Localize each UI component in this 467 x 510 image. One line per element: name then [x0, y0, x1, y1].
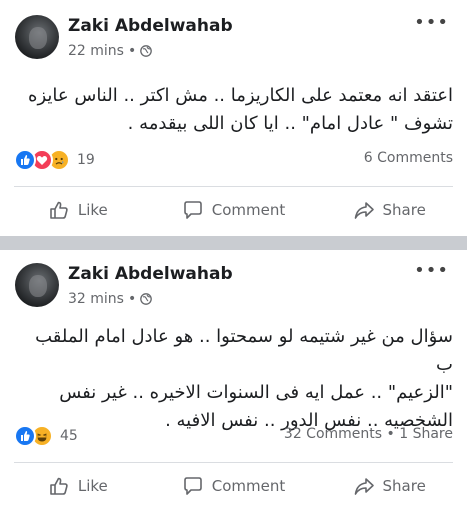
post-text: اعتقد انه معتمد على الكاريزما .. مش اكتر… — [14, 82, 453, 138]
action-bar: Like Comment Share — [0, 466, 467, 506]
share-label: Share — [382, 477, 426, 495]
divider — [14, 462, 453, 463]
comment-label: Comment — [211, 477, 286, 495]
like-thumb-icon — [50, 477, 68, 495]
author-name[interactable]: Zaki Abdelwahab — [68, 16, 233, 36]
share-button[interactable]: Share — [311, 466, 467, 506]
author-avatar[interactable] — [15, 15, 59, 59]
post-time[interactable]: 32 mins — [68, 291, 124, 307]
meta-dot: • — [127, 43, 137, 59]
post-meta: 22 mins • — [68, 43, 153, 59]
like-reaction-icon — [14, 425, 36, 447]
like-reaction-icon — [14, 149, 36, 171]
author-name[interactable]: Zaki Abdelwahab — [68, 264, 233, 284]
post-text-line: "الزعيم" .. عمل ايه فى السنوات الاخيره .… — [59, 382, 453, 403]
share-arrow-icon — [354, 202, 374, 219]
meta-dot: • — [127, 291, 137, 307]
post-meta: 32 mins • — [68, 291, 153, 307]
share-label: Share — [382, 201, 426, 219]
comment-label: Comment — [211, 201, 286, 219]
globe-icon — [140, 293, 153, 305]
reaction-count: 45 — [60, 428, 78, 444]
more-options-icon[interactable]: ••• — [414, 260, 449, 281]
comments-shares-count[interactable]: 32 Comments • 1 Share — [284, 426, 453, 442]
like-label: Like — [77, 201, 108, 219]
share-arrow-icon — [354, 478, 374, 495]
post-text: سؤال من غير شتيمه لو سمحتوا .. هو عادل ا… — [14, 323, 453, 435]
post-text-line: تشوف " عادل امام" .. ايا كان اللى بيقدمه… — [127, 113, 453, 134]
like-thumb-icon — [50, 201, 68, 219]
post-text-line: اعتقد انه معتمد على الكاريزما .. مش اكتر… — [28, 85, 453, 106]
like-label: Like — [77, 477, 108, 495]
comment-bubble-icon — [183, 201, 202, 219]
comment-bubble-icon — [183, 477, 202, 495]
post-card-2: Zaki Abdelwahab 32 mins • ••• سؤال من غي… — [0, 250, 467, 510]
globe-icon — [140, 45, 153, 57]
comments-count[interactable]: 6 Comments — [364, 150, 453, 166]
comment-button[interactable]: Comment — [156, 466, 312, 506]
divider — [14, 186, 453, 187]
action-bar: Like Comment Share — [0, 190, 467, 230]
share-button[interactable]: Share — [311, 190, 467, 230]
more-options-icon[interactable]: ••• — [414, 12, 449, 33]
like-button[interactable]: Like — [0, 190, 156, 230]
post-text-line: سؤال من غير شتيمه لو سمحتوا .. هو عادل ا… — [35, 326, 453, 375]
like-button[interactable]: Like — [0, 466, 156, 506]
reaction-count: 19 — [77, 152, 95, 168]
feed-separator — [0, 236, 467, 250]
author-avatar[interactable] — [15, 263, 59, 307]
post-time[interactable]: 22 mins — [68, 43, 124, 59]
post-card-1: Zaki Abdelwahab 22 mins • ••• اعتقد انه … — [0, 0, 467, 236]
reactions-summary[interactable]: 45 — [14, 425, 78, 447]
reactions-summary[interactable]: 19 — [14, 149, 95, 171]
comment-button[interactable]: Comment — [156, 190, 312, 230]
